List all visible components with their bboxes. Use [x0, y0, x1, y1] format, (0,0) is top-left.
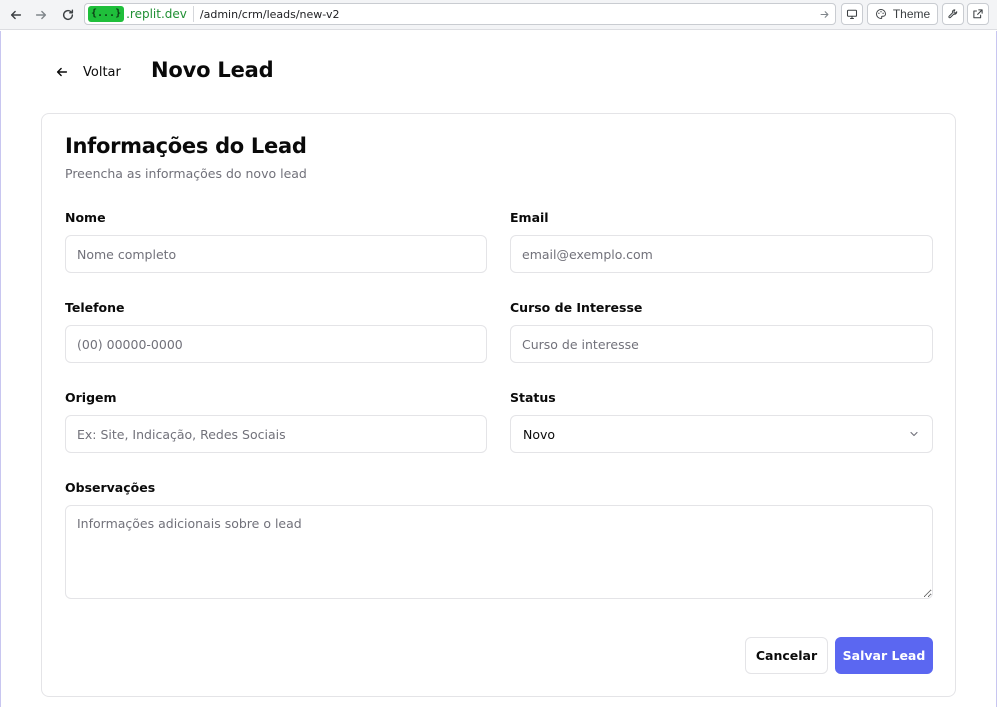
card-title: Informações do Lead — [65, 134, 307, 158]
card-subtitle: Preencha as informações do novo lead — [65, 166, 307, 181]
browser-back-button[interactable] — [6, 5, 26, 25]
cancel-button[interactable]: Cancelar — [745, 637, 828, 674]
status-label: Status — [510, 390, 556, 405]
page-content: Voltar Novo Lead Informações do Lead Pre… — [0, 31, 997, 707]
external-link-icon — [973, 9, 983, 19]
reload-icon — [62, 9, 74, 21]
url-bar[interactable]: {...} .replit.dev /admin/crm/leads/new-v… — [84, 3, 836, 25]
browser-forward-button[interactable] — [31, 5, 51, 25]
status-select[interactable]: Novo — [510, 415, 933, 453]
monitor-icon — [846, 9, 858, 20]
theme-label: Theme — [892, 7, 931, 21]
url-divider — [192, 6, 194, 22]
tools-button[interactable] — [942, 3, 964, 25]
telefone-label: Telefone — [65, 300, 125, 315]
url-host: .replit.dev — [126, 7, 187, 21]
observacoes-textarea[interactable] — [65, 505, 933, 599]
chevron-down-icon — [910, 431, 918, 437]
open-external-button[interactable] — [967, 3, 989, 25]
browser-toolbar: {...} .replit.dev /admin/crm/leads/new-v… — [0, 0, 997, 30]
page-title: Novo Lead — [151, 58, 274, 82]
url-badge: {...} — [88, 6, 125, 22]
back-button[interactable]: Voltar — [55, 61, 121, 83]
origem-label: Origem — [65, 390, 117, 405]
arrow-right-icon — [35, 10, 47, 20]
arrow-left-icon — [10, 10, 22, 20]
lead-form-card: Informações do Lead Preencha as informaç… — [41, 113, 956, 697]
curso-label: Curso de Interesse — [510, 300, 643, 315]
arrow-right-icon — [820, 10, 828, 18]
theme-button[interactable]: Theme — [867, 3, 938, 25]
curso-input[interactable] — [510, 325, 933, 363]
telefone-input[interactable] — [65, 325, 487, 363]
url-path: /admin/crm/leads/new-v2 — [199, 7, 340, 21]
wrench-icon — [948, 9, 958, 19]
url-go-button[interactable] — [815, 5, 833, 23]
browser-reload-button[interactable] — [58, 5, 78, 25]
arrow-left-icon — [56, 67, 68, 77]
email-input[interactable] — [510, 235, 933, 273]
status-select-value: Novo — [523, 426, 556, 442]
palette-icon — [875, 9, 886, 19]
nome-input[interactable] — [65, 235, 487, 273]
nome-label: Nome — [65, 210, 106, 225]
back-label: Voltar — [83, 64, 121, 80]
save-lead-button[interactable]: Salvar Lead — [835, 637, 933, 674]
email-label: Email — [510, 210, 549, 225]
origem-input[interactable] — [65, 415, 487, 453]
devtools-monitor-button[interactable] — [841, 3, 863, 25]
observacoes-label: Observações — [65, 480, 156, 495]
